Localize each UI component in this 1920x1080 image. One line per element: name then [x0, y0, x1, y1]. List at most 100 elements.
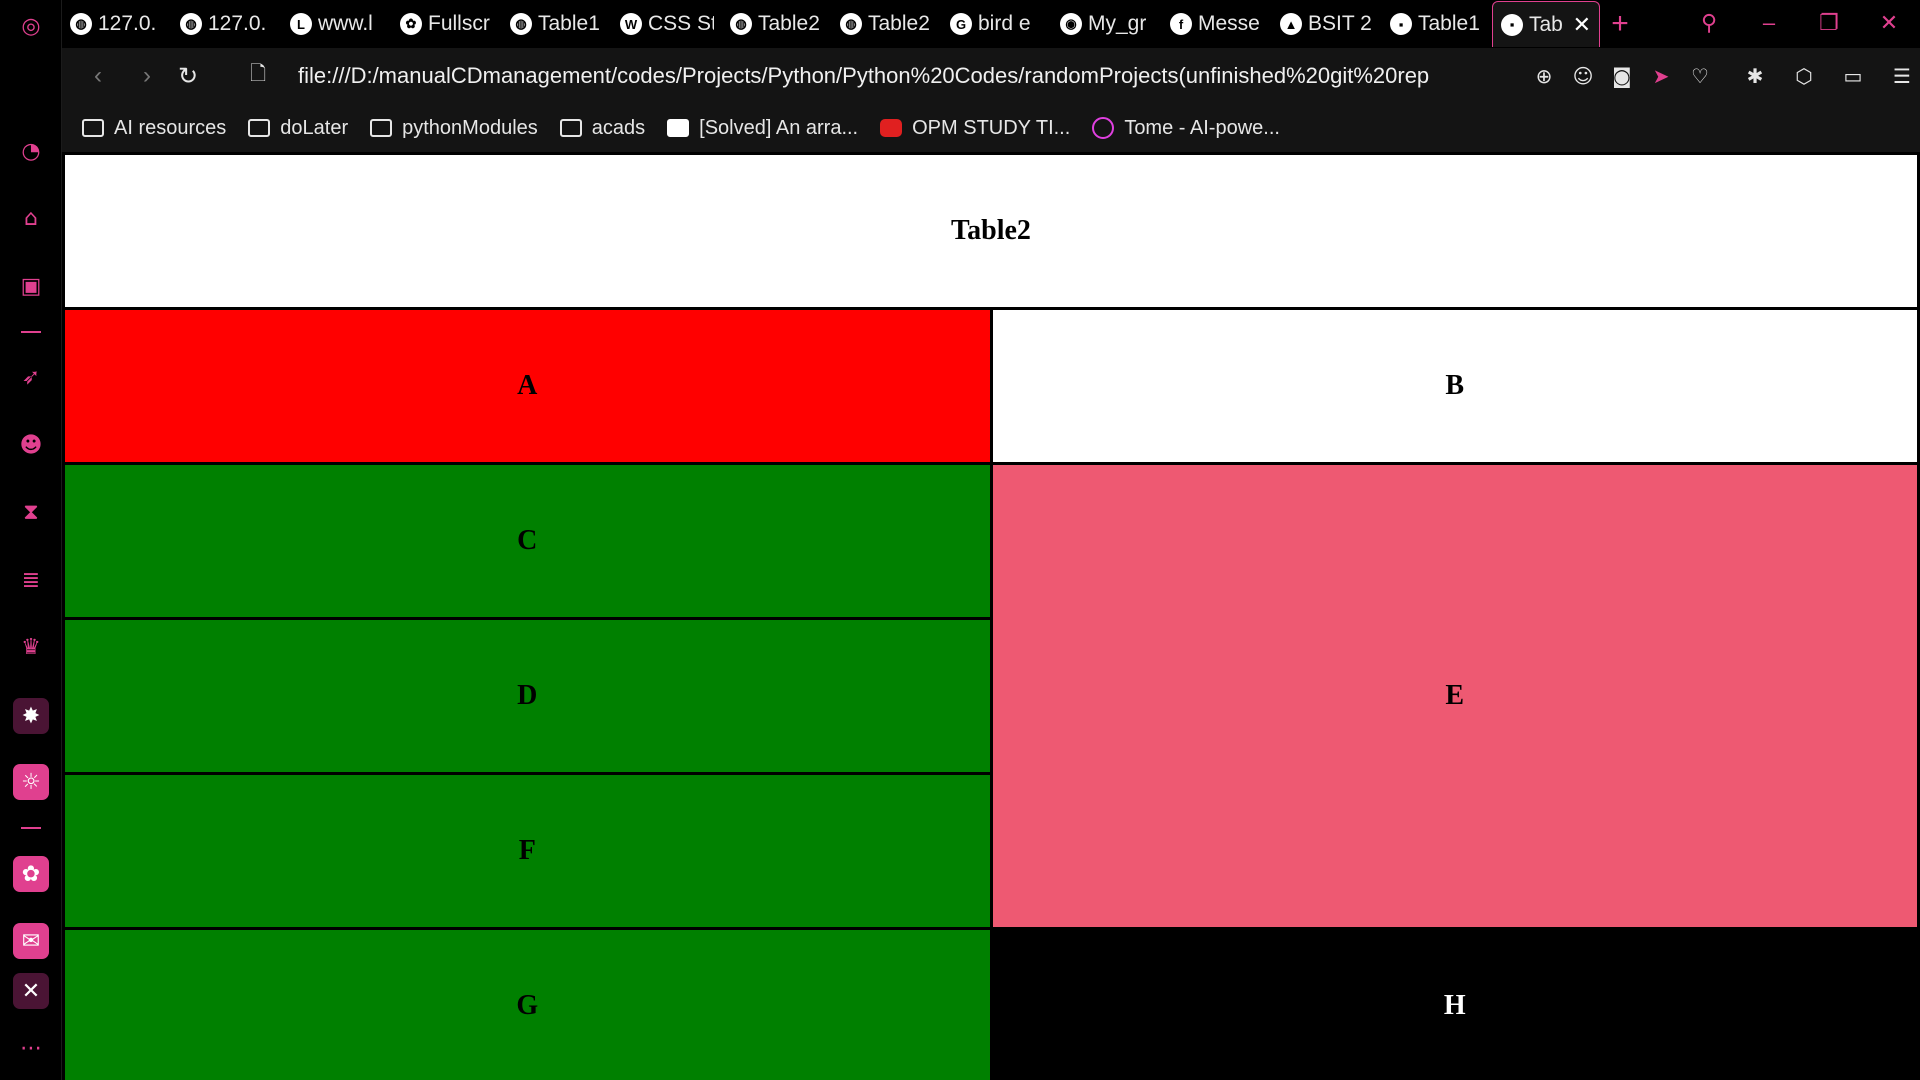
bookmark-item[interactable]: AI resources	[82, 117, 226, 140]
bookmarks-bar: AI resources doLater pythonModules acads [So…	[62, 104, 1920, 152]
tab-item[interactable]: Gbird e	[942, 1, 1052, 47]
bookmark-label: doLater	[280, 116, 349, 139]
new-tab-button[interactable]: +	[1600, 7, 1640, 41]
google-drive-icon: ▲	[1280, 13, 1302, 35]
bookmark-label: pythonModules	[402, 116, 538, 139]
close-window-button[interactable]: ✕	[1860, 0, 1918, 46]
sun-icon[interactable]: ☼	[13, 764, 49, 800]
hourglass-icon[interactable]: ⧗	[13, 494, 49, 530]
tab-label: Messe	[1198, 12, 1260, 35]
bookmark-item[interactable]: Tome - AI-powe...	[1092, 117, 1280, 140]
bookmark-item[interactable]: acads	[559, 116, 646, 140]
spark-icon[interactable]: ✸	[13, 698, 49, 734]
tab-item[interactable]: ◉ My_gr	[1052, 1, 1162, 47]
table-title: Table2	[65, 155, 1917, 307]
camera-icon[interactable]: ◙	[1606, 60, 1638, 92]
chat-icon[interactable]: ✉	[13, 923, 49, 959]
send-icon[interactable]: ➤	[1645, 60, 1677, 92]
cell-e: E	[992, 465, 1917, 927]
memory-chip-icon[interactable]: ▣	[13, 268, 49, 304]
tab-item[interactable]: ✿ Fullscr	[392, 1, 502, 47]
battery-icon[interactable]: ▭	[1837, 60, 1869, 92]
minimize-button[interactable]: –	[1740, 0, 1798, 46]
chatgpt-icon: ✿	[400, 13, 422, 35]
tab-label: Tab	[1529, 12, 1563, 36]
tab-label: bird e	[978, 12, 1031, 35]
search-tabs-icon[interactable]: ⚲	[1680, 0, 1738, 46]
globe-icon: ◍	[840, 13, 862, 35]
image-thumbnail-icon: ▪	[1501, 13, 1523, 36]
tab-item[interactable]: ◍ Table2	[832, 1, 942, 47]
bookmark-item[interactable]: doLater	[248, 117, 348, 140]
bookmark-label: OPM STUDY TI...	[912, 116, 1071, 139]
tab-label: www.l	[318, 12, 373, 35]
tab-item[interactable]: ◍ Table1	[502, 1, 612, 47]
image-thumbnail-icon: ▪	[1390, 13, 1412, 35]
back-button[interactable]: ‹	[74, 52, 122, 100]
bookmark-item[interactable]: pythonModules	[370, 117, 538, 140]
close-tab-icon[interactable]: ✕	[1573, 12, 1591, 38]
tab-item[interactable]: ◍ 127.0.	[62, 1, 172, 47]
bookmark-item[interactable]: OPM STUDY TI...	[880, 117, 1070, 140]
folder-icon	[248, 119, 271, 137]
cell-d: D	[65, 620, 990, 772]
cell-b: B	[992, 310, 1917, 462]
reload-button[interactable]: ↻	[164, 52, 212, 100]
globe-icon: ◍	[70, 13, 92, 35]
chatgpt-icon[interactable]: ✿	[13, 856, 49, 892]
google-icon: G	[950, 13, 972, 35]
address-toolbar: ‹ › ↻ 🗋 file:///D:/manualCDmanagement/co…	[62, 48, 1920, 104]
folder-icon	[82, 119, 104, 137]
tab-item[interactable]: ◍ 127.0.	[172, 1, 282, 47]
sidebar-divider	[21, 331, 41, 333]
tab-label: Table1	[1418, 12, 1480, 35]
url-input[interactable]: file:///D:/manualCDmanagement/codes/Proj…	[298, 48, 1514, 104]
cell-f: F	[65, 775, 990, 927]
bookmark-label: acads	[591, 116, 646, 139]
more-icon[interactable]: ⋯	[13, 1030, 49, 1066]
page-content: Table2 A B C E D F G H	[62, 152, 1920, 1080]
rocket-icon[interactable]: ➶	[13, 359, 49, 395]
cpu-limiter-icon[interactable]: ✱	[1739, 60, 1771, 92]
tab-item[interactable]: W CSS St	[612, 1, 722, 47]
letter-l-icon: L	[290, 13, 312, 35]
zoom-icon[interactable]: ⊕	[1528, 60, 1560, 92]
github-icon: ◉	[1060, 13, 1082, 35]
tools-icon[interactable]: ✕	[13, 973, 49, 1009]
w3schools-icon: W	[620, 13, 642, 35]
sidebar-divider	[21, 827, 41, 829]
browser-logo-icon[interactable]: ◎	[13, 8, 49, 44]
browser-sidebar: ◎ ◔ ⌂ ▣ ➶ ☻ ⧗ ≣ ♛ ✸ ☼ ✿ ✉ ✕ ⋯	[0, 0, 62, 1080]
speed-dial-icon[interactable]: ◔	[13, 133, 49, 169]
tab-active[interactable]: ▪ Tab ✕	[1492, 1, 1600, 47]
tab-item[interactable]: ▪ Table1	[1382, 1, 1492, 47]
settings-sliders-icon[interactable]: ☰	[1886, 60, 1918, 92]
color-table: Table2 A B C E D F G H	[62, 152, 1920, 1080]
tab-item[interactable]: ▲ BSIT 2	[1272, 1, 1382, 47]
folder-icon	[370, 119, 393, 137]
cell-g: G	[65, 930, 990, 1080]
tab-label: 127.0.	[208, 12, 267, 35]
skull-icon[interactable]: ☻	[13, 427, 49, 463]
tab-item[interactable]: Lwww.l	[282, 1, 392, 47]
bookmark-item[interactable]: [Solved] An arra...	[667, 117, 858, 140]
facebook-icon: f	[1170, 13, 1192, 35]
crown-icon[interactable]: ♛	[13, 629, 49, 665]
heart-icon[interactable]: ♡	[1684, 60, 1716, 92]
tab-label: CSS St	[648, 12, 714, 35]
page-info-icon[interactable]: 🗋	[234, 52, 282, 100]
notes-icon[interactable]: ≣	[13, 562, 49, 598]
cube-icon[interactable]: ⬡	[1788, 60, 1820, 92]
cell-a: A	[65, 310, 990, 462]
tab-label: Table2	[868, 12, 930, 35]
tab-label: Table1	[538, 12, 600, 35]
folder-icon	[559, 119, 582, 137]
restore-button[interactable]: ❐	[1800, 0, 1858, 46]
tab-item[interactable]: ◍ Table2	[722, 1, 832, 47]
shopping-bag-icon[interactable]: ⌂	[13, 200, 49, 236]
globe-icon: ◍	[510, 13, 532, 35]
tab-item[interactable]: f Messe	[1162, 1, 1272, 47]
globe-icon: ◍	[180, 13, 202, 35]
emoji-icon[interactable]: ☺	[1567, 60, 1599, 92]
tab-label: Table2	[758, 12, 820, 35]
